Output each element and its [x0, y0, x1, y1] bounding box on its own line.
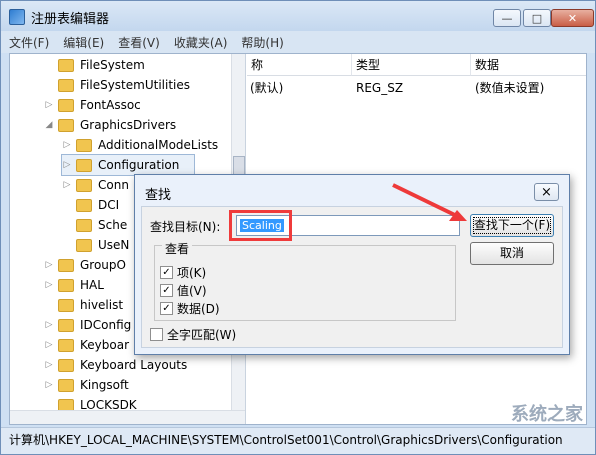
- folder-icon: [76, 218, 92, 232]
- tree-item-idconfig[interactable]: ▷ IDConfig: [44, 315, 132, 335]
- key-checkbox[interactable]: ✓ 项(K): [160, 264, 206, 281]
- column-header-name[interactable]: 称: [247, 54, 352, 76]
- folder-icon: [58, 378, 74, 392]
- expand-arrow-icon[interactable]: ▷: [44, 100, 54, 110]
- search-label: 查找目标(N):: [150, 220, 221, 234]
- checkmark-icon: ✓: [160, 284, 173, 297]
- menu-bar: 文件(F) 编辑(E) 查看(V) 收藏夹(A) 帮助(H): [1, 31, 595, 53]
- data-checkbox[interactable]: ✓ 数据(D): [160, 300, 220, 317]
- folder-icon: [58, 298, 74, 312]
- tree-item-filesystem[interactable]: FileSystem: [58, 55, 145, 75]
- expand-arrow-icon[interactable]: ▷: [44, 360, 54, 370]
- tree-item-kingsoft[interactable]: ▷ Kingsoft: [44, 375, 129, 395]
- tree-item-sche[interactable]: Sche: [76, 215, 127, 235]
- checkmark-icon: ✓: [160, 266, 173, 279]
- value-name[interactable]: (默认): [250, 78, 283, 98]
- window-title: 注册表编辑器: [31, 12, 110, 27]
- folder-icon: [58, 318, 74, 332]
- maximize-button[interactable]: □: [523, 9, 551, 27]
- find-dialog: 查找 × 查找目标(N): Scaling 查找下一个(F) 取消 查看 ✓ 项(…: [134, 174, 570, 355]
- watermark-logo: 系统之家: [511, 404, 583, 425]
- close-button[interactable]: ✕: [551, 9, 594, 27]
- tree-item-graphicsdrivers[interactable]: ◢ GraphicsDrivers: [44, 115, 177, 135]
- expand-arrow-icon[interactable]: ▷: [44, 340, 54, 350]
- folder-icon: [76, 198, 92, 212]
- title-bar[interactable]: 注册表编辑器 — □ ✕: [1, 1, 595, 31]
- value-checkbox[interactable]: ✓ 值(V): [160, 282, 207, 299]
- folder-icon: [76, 238, 92, 252]
- tree-item-dci[interactable]: DCI: [76, 195, 119, 215]
- dialog-close-button[interactable]: ×: [534, 183, 559, 201]
- tree-item-keyboar[interactable]: ▷ Keyboar: [44, 335, 129, 355]
- empty-checkbox-icon: [150, 328, 163, 341]
- tree-item-usen[interactable]: UseN: [76, 235, 129, 255]
- registry-editor-window: 注册表编辑器 — □ ✕ 文件(F) 编辑(E) 查看(V) 收藏夹(A) 帮助…: [0, 0, 596, 455]
- expand-arrow-icon[interactable]: ▷: [44, 380, 54, 390]
- tree-item-conn[interactable]: ▷ Conn: [62, 175, 129, 195]
- expand-arrow-icon[interactable]: ▷: [62, 140, 72, 150]
- find-next-button[interactable]: 查找下一个(F): [470, 214, 554, 237]
- folder-icon: [58, 258, 74, 272]
- selected-search-text[interactable]: Scaling: [240, 219, 284, 232]
- menu-view[interactable]: 查看(V): [118, 34, 160, 51]
- folder-icon: [58, 58, 74, 72]
- search-input[interactable]: Scaling: [236, 215, 460, 236]
- column-header-data[interactable]: 数据: [471, 54, 586, 76]
- minimize-button[interactable]: —: [493, 9, 521, 27]
- column-header-type[interactable]: 类型: [352, 54, 471, 76]
- menu-favorites[interactable]: 收藏夹(A): [174, 34, 228, 51]
- menu-file[interactable]: 文件(F): [9, 34, 49, 51]
- tree-horizontal-scrollbar[interactable]: [10, 410, 245, 424]
- expand-arrow-icon[interactable]: ▷: [62, 160, 72, 170]
- menu-help[interactable]: 帮助(H): [241, 34, 283, 51]
- expand-arrow-icon[interactable]: ▷: [62, 180, 72, 190]
- checkmark-icon: ✓: [160, 302, 173, 315]
- tree-item-configuration[interactable]: ▷ Configuration: [61, 154, 195, 176]
- tree-item-groupo[interactable]: ▷ GroupO: [44, 255, 126, 275]
- cancel-button[interactable]: 取消: [470, 242, 554, 265]
- folder-icon: [58, 78, 74, 92]
- status-bar: 计算机\HKEY_LOCAL_MACHINE\SYSTEM\ControlSet…: [1, 427, 595, 454]
- dialog-body: 查找目标(N): Scaling 查找下一个(F) 取消 查看 ✓ 项(K) ✓ 值…: [141, 206, 563, 348]
- collapse-arrow-icon[interactable]: ◢: [44, 120, 54, 130]
- folder-icon: [76, 178, 92, 192]
- folder-icon: [58, 338, 74, 352]
- tree-item-hivelist[interactable]: hivelist: [58, 295, 123, 315]
- dialog-title: 查找: [145, 188, 172, 203]
- match-whole-checkbox[interactable]: 全字匹配(W): [150, 326, 236, 343]
- tree-item-additionalmodelists[interactable]: ▷ AdditionalModeLists: [62, 135, 219, 155]
- folder-icon: [76, 158, 92, 172]
- look-at-label: 查看: [162, 240, 193, 257]
- tree-item-keyboard-layouts[interactable]: ▷ Keyboard Layouts: [44, 355, 188, 375]
- tree-item-filesystemutilities[interactable]: FileSystemUtilities: [58, 75, 190, 95]
- value-data[interactable]: (数值未设置): [475, 78, 544, 98]
- tree-item-fontassoc[interactable]: ▷ FontAssoc: [44, 95, 141, 115]
- expand-arrow-icon[interactable]: ▷: [44, 280, 54, 290]
- value-type[interactable]: REG_SZ: [356, 78, 403, 98]
- expand-arrow-icon[interactable]: ▷: [44, 260, 54, 270]
- tree-item-hal[interactable]: ▷ HAL: [44, 275, 104, 295]
- folder-icon: [58, 98, 74, 112]
- registry-editor-icon: [9, 9, 25, 25]
- folder-icon: [58, 358, 74, 372]
- folder-icon: [58, 118, 74, 132]
- menu-edit[interactable]: 编辑(E): [63, 34, 104, 51]
- expand-arrow-icon[interactable]: ▷: [44, 320, 54, 330]
- folder-icon: [58, 278, 74, 292]
- folder-icon: [76, 138, 92, 152]
